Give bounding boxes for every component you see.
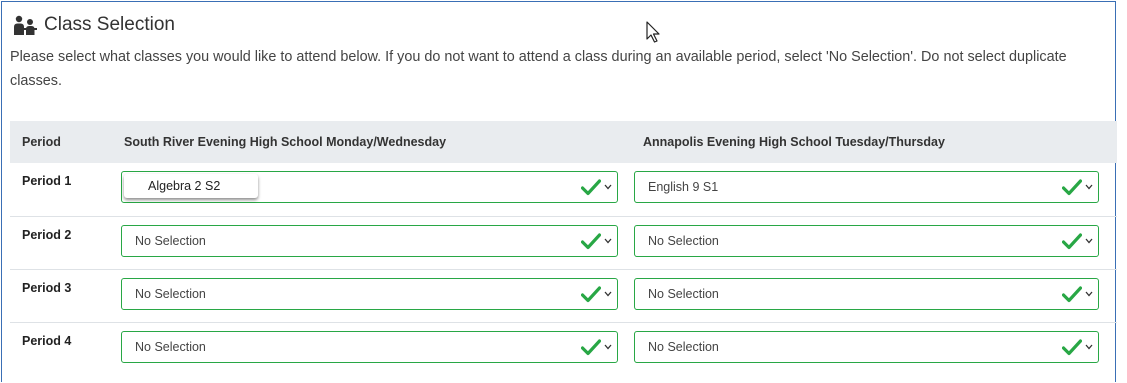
chevron-down-icon (1085, 184, 1093, 190)
table-row: Period 4 No Selection No Selection (10, 322, 1117, 375)
chevron-down-icon (1085, 291, 1093, 296)
table-header-row: Period South River Evening High School M… (10, 121, 1117, 163)
select-value: No Selection (648, 339, 719, 354)
class-selection-table: Period South River Evening High School M… (10, 121, 1117, 375)
checkmark-icon (1062, 179, 1082, 196)
south-river-period-2-select[interactable]: No Selection (121, 224, 618, 257)
select-value: No Selection (648, 286, 719, 301)
column-header-period: Period (22, 135, 61, 149)
checkmark-icon (1062, 285, 1082, 302)
chevron-down-icon (1085, 344, 1093, 349)
mouse-cursor-icon (646, 21, 660, 43)
checkmark-icon (581, 179, 601, 196)
select-value: English 9 S1 (648, 180, 719, 194)
annapolis-period-1-select[interactable]: English 9 S1 (634, 171, 1099, 203)
checkmark-icon (581, 338, 601, 355)
table-row: Period 2 No Selection No Selection (10, 216, 1117, 270)
page-title: Class Selection (44, 14, 175, 35)
period-label: Period 4 (22, 333, 72, 348)
period-label: Period 2 (10, 216, 112, 270)
chevron-down-icon (604, 291, 612, 296)
annapolis-period-2-select[interactable]: No Selection (634, 224, 1099, 257)
annapolis-period-3-select[interactable]: No Selection (634, 277, 1099, 310)
select-value: No Selection (135, 286, 206, 301)
period-label: Period 1 (10, 163, 112, 217)
checkmark-icon (1062, 338, 1082, 355)
table-row: Period 3 No Selection No Selection (10, 269, 1117, 323)
south-river-period-1-select[interactable]: Algebra 2 S2 (121, 171, 618, 203)
panel-header: Class Selection (12, 12, 175, 38)
chevron-down-icon (604, 344, 612, 349)
classroom-people-icon (14, 15, 37, 35)
chevron-down-icon (604, 238, 612, 243)
south-river-period-4-select[interactable]: No Selection (121, 330, 618, 363)
select-value: No Selection (648, 233, 719, 248)
column-header-south-river: South River Evening High School Monday/W… (124, 135, 447, 149)
south-river-period-3-select[interactable]: No Selection (121, 277, 618, 310)
period-label: Period 3 (10, 269, 112, 323)
column-header-annapolis: Annapolis Evening High School Tuesday/Th… (643, 135, 945, 149)
selected-option-highlight[interactable]: Algebra 2 S2 (124, 174, 258, 198)
select-value: No Selection (135, 233, 206, 248)
annapolis-period-4-select[interactable]: No Selection (634, 330, 1099, 363)
chevron-down-icon (1085, 238, 1093, 243)
checkmark-icon (581, 232, 601, 249)
chevron-down-icon (604, 184, 612, 190)
select-value: No Selection (135, 339, 206, 354)
checkmark-icon (581, 285, 601, 302)
class-selection-panel: Class Selection Please select what class… (1, 1, 1117, 382)
table-row: Period 1 Algebra 2 S2 English 9 S1 (10, 163, 1117, 217)
checkmark-icon (1062, 232, 1082, 249)
instructions-text: Please select what classes you would lik… (10, 49, 1067, 89)
